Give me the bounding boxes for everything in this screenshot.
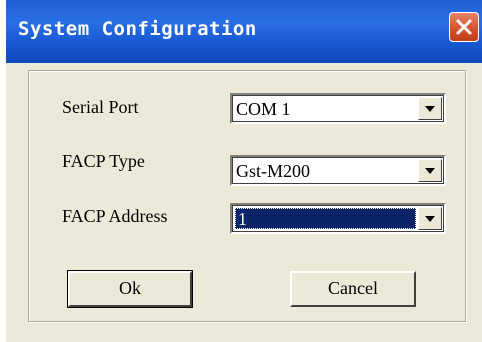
window-title: System Configuration	[18, 18, 257, 40]
close-icon	[456, 19, 472, 35]
chevron-down-icon	[425, 216, 435, 222]
facp-address-value: 1	[238, 209, 247, 229]
serial-port-value: COM 1	[236, 99, 291, 119]
system-configuration-dialog: System Configuration Serial Port COM 1 F…	[6, 0, 482, 342]
title-bar[interactable]: System Configuration	[6, 0, 482, 63]
cancel-button[interactable]: Cancel	[290, 271, 416, 307]
chevron-down-icon	[425, 106, 435, 112]
facp-address-select[interactable]: 1	[230, 203, 446, 234]
facp-type-value: Gst-M200	[236, 161, 311, 181]
serial-port-dropdown-button[interactable]	[418, 97, 442, 120]
close-button[interactable]	[449, 12, 479, 42]
facp-type-label: FACP Type	[62, 151, 145, 171]
chevron-down-icon	[425, 168, 435, 174]
facp-type-select[interactable]: Gst-M200	[230, 155, 446, 186]
serial-port-label: Serial Port	[62, 97, 139, 117]
selection-highlight	[235, 208, 416, 229]
facp-address-dropdown-button[interactable]	[418, 207, 442, 230]
facp-type-dropdown-button[interactable]	[418, 159, 442, 182]
serial-port-select[interactable]: COM 1	[230, 93, 446, 124]
ok-button[interactable]: Ok	[67, 270, 193, 308]
facp-address-label: FACP Address	[62, 206, 168, 226]
